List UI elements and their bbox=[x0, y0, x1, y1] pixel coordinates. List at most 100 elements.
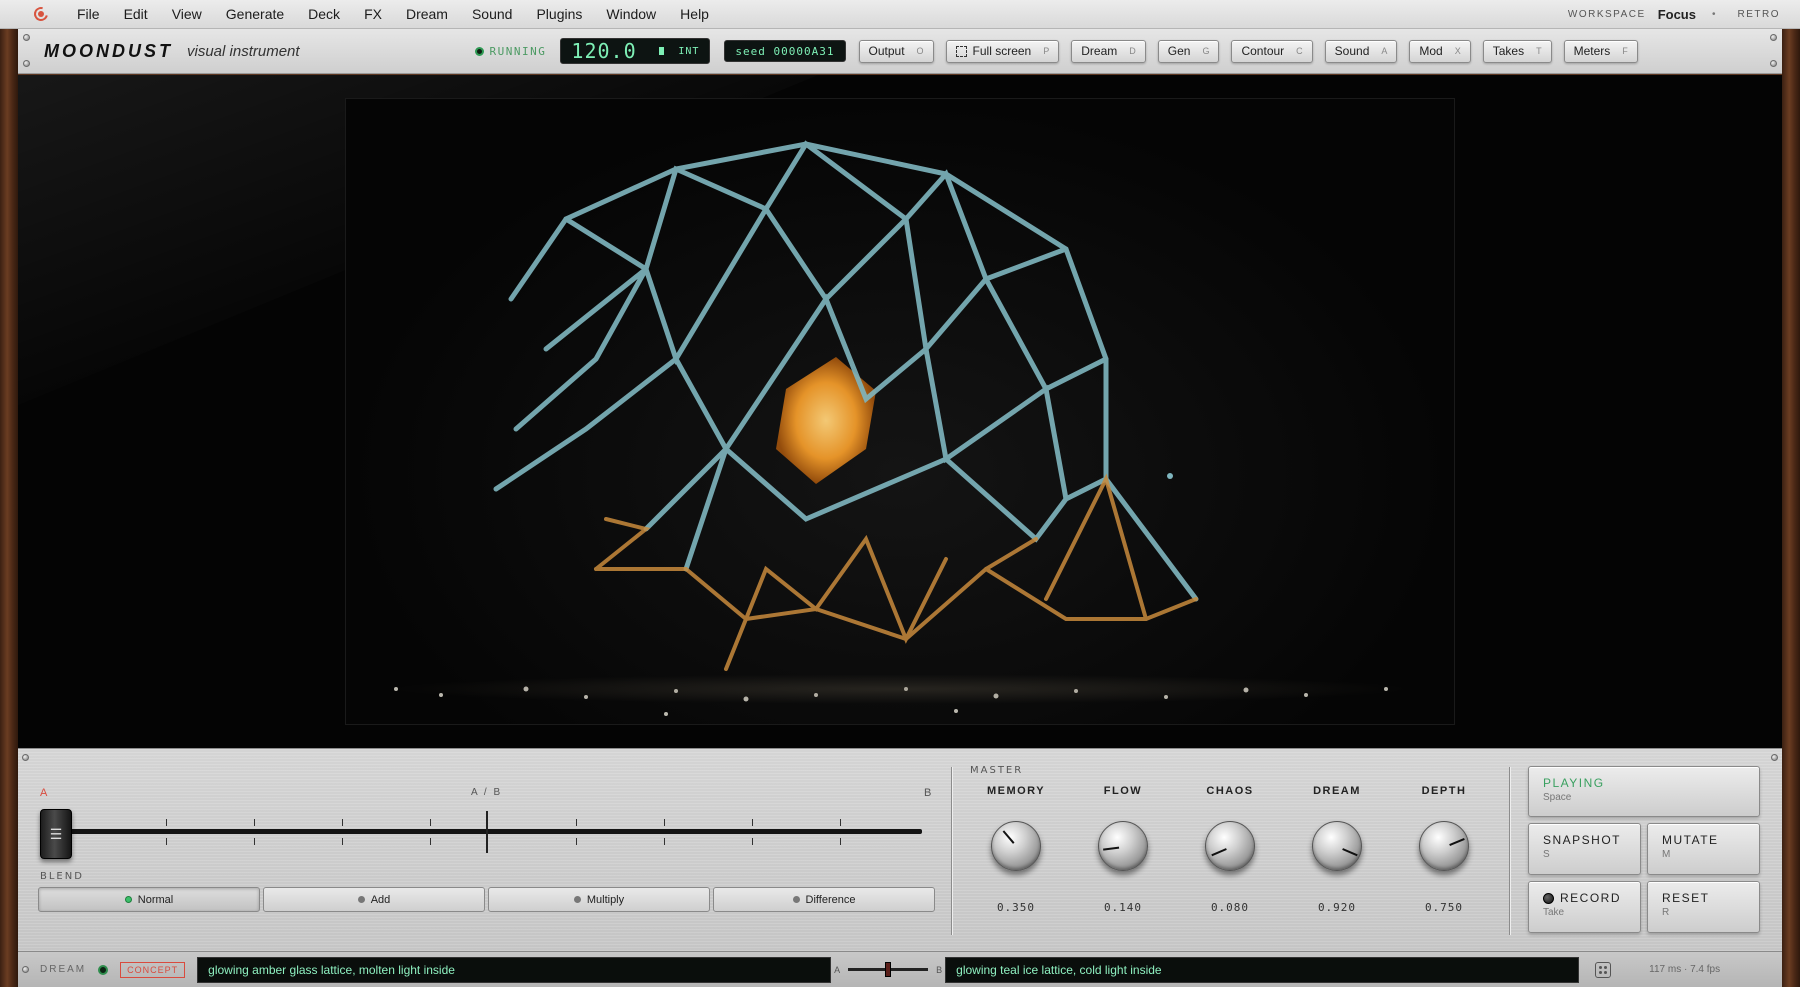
crossfader-tick bbox=[664, 819, 665, 826]
lattice-render-image bbox=[394, 140, 1388, 716]
workspace-switcher[interactable]: WORKSPACE Focus • RETRO bbox=[1568, 7, 1800, 22]
header-buttons: Output O Full screen P Dream D Gen G Contour… bbox=[858, 39, 1638, 63]
playing-button[interactable]: PLAYING Space bbox=[1528, 766, 1760, 817]
record-icon bbox=[1543, 892, 1554, 904]
dream-bar-label: DREAM bbox=[40, 964, 87, 975]
menu-dream[interactable]: Dream bbox=[394, 6, 460, 22]
inactive-dot-icon bbox=[357, 896, 365, 903]
reset-button[interactable]: RESET R bbox=[1647, 881, 1760, 933]
mini-crossfader-track[interactable] bbox=[848, 962, 929, 977]
takes-button-label: Takes bbox=[1492, 44, 1525, 58]
brushed-metal-texture bbox=[18, 749, 1782, 951]
crossfader-center-mark bbox=[486, 811, 488, 853]
brand-title: MOONDUST bbox=[44, 40, 173, 61]
mod-button[interactable]: Mod X bbox=[1409, 39, 1471, 63]
blend-difference-button[interactable]: Difference bbox=[713, 887, 935, 912]
menu-plugins[interactable]: Plugins bbox=[524, 6, 594, 22]
prompt-b-field[interactable]: glowing teal ice lattice, cold light ins… bbox=[945, 956, 1580, 983]
menu-help[interactable]: Help bbox=[668, 6, 721, 22]
crossfader-tick bbox=[166, 838, 167, 845]
floor-glow bbox=[386, 674, 1414, 704]
menu-view[interactable]: View bbox=[160, 6, 214, 22]
mini-crossfader-handle[interactable] bbox=[885, 962, 892, 977]
memory-value: 0.350 bbox=[996, 901, 1036, 914]
memory-knob[interactable] bbox=[991, 821, 1041, 871]
flow-value: 0.140 bbox=[1103, 901, 1143, 914]
blend-normal-button[interactable]: Normal bbox=[38, 887, 260, 912]
menu-fx[interactable]: FX bbox=[352, 6, 394, 22]
sound-button-label: Sound bbox=[1334, 44, 1370, 58]
crossfader-handle[interactable]: ☰ bbox=[40, 809, 72, 859]
menu-file[interactable]: File bbox=[65, 6, 112, 22]
depth-value: 0.750 bbox=[1424, 901, 1464, 914]
dream-knob[interactable] bbox=[1312, 821, 1362, 871]
prompt-a-field[interactable]: glowing amber glass lattice, molten ligh… bbox=[197, 956, 832, 983]
takes-shortcut: T bbox=[1536, 46, 1542, 56]
sound-button[interactable]: Sound A bbox=[1324, 39, 1398, 63]
reset-shortcut: R bbox=[1662, 907, 1670, 918]
seed-display[interactable]: seed 00000A31 bbox=[724, 40, 846, 62]
memory-knob-label: MEMORY bbox=[986, 785, 1046, 797]
blend-mode-group: Normal Add Multiply Difference bbox=[38, 887, 935, 912]
screw-icon bbox=[1770, 60, 1777, 67]
brand-subtitle: visual instrument bbox=[187, 42, 300, 60]
blend-multiply-button[interactable]: Multiply bbox=[488, 887, 710, 912]
workspace-dot: • bbox=[1711, 8, 1716, 20]
contour-shortcut: C bbox=[1296, 46, 1303, 56]
contour-button[interactable]: Contour C bbox=[1231, 39, 1313, 63]
record-shortcut: Take bbox=[1543, 907, 1565, 918]
inactive-dot-icon bbox=[573, 896, 581, 903]
app-logo-icon[interactable] bbox=[33, 6, 49, 22]
menu-edit[interactable]: Edit bbox=[112, 6, 160, 22]
record-button[interactable]: RECORD Take bbox=[1528, 881, 1641, 933]
run-status-label: RUNNING bbox=[489, 44, 547, 58]
running-led-icon bbox=[474, 46, 484, 56]
dice-icon[interactable] bbox=[1595, 961, 1612, 978]
flow-knob[interactable] bbox=[1098, 821, 1148, 871]
master-label: MASTER bbox=[970, 765, 1024, 776]
active-dot-icon bbox=[124, 896, 132, 903]
menu-window[interactable]: Window bbox=[594, 6, 668, 22]
menu-sound[interactable]: Sound bbox=[460, 6, 524, 22]
meters-button[interactable]: Meters F bbox=[1563, 39, 1638, 63]
output-button-label: Output bbox=[868, 44, 905, 58]
dream-button[interactable]: Dream D bbox=[1071, 39, 1146, 63]
crossfader-track[interactable] bbox=[62, 829, 922, 834]
gen-shortcut: G bbox=[1202, 46, 1210, 56]
menubar: File Edit View Generate Deck FX Dream So… bbox=[0, 0, 1800, 29]
menu-deck[interactable]: Deck bbox=[296, 6, 352, 22]
workspace-value[interactable]: Focus bbox=[1658, 7, 1696, 22]
fullscreen-icon bbox=[955, 45, 967, 57]
mini-crossfader[interactable]: A B bbox=[831, 962, 945, 977]
bpm-display[interactable]: 120.0 INT bbox=[560, 38, 711, 64]
inactive-dot-icon bbox=[792, 896, 800, 903]
render-frame[interactable] bbox=[345, 98, 1455, 725]
screw-icon bbox=[23, 60, 30, 67]
run-status: RUNNING bbox=[474, 44, 547, 58]
mutate-button[interactable]: MUTATE M bbox=[1647, 823, 1760, 875]
depth-knob[interactable] bbox=[1419, 821, 1469, 871]
crossfader-tick bbox=[664, 838, 665, 845]
knob-pointer bbox=[1103, 846, 1120, 851]
chaos-knob[interactable] bbox=[1205, 821, 1255, 871]
output-viewport[interactable] bbox=[18, 75, 1782, 748]
gen-button[interactable]: Gen G bbox=[1157, 39, 1220, 63]
bpm-mode[interactable]: INT bbox=[678, 46, 699, 57]
snapshot-button[interactable]: SNAPSHOT S bbox=[1528, 823, 1641, 875]
crossfader-tick bbox=[752, 819, 753, 826]
retro-toggle[interactable]: RETRO bbox=[1738, 9, 1781, 20]
sound-shortcut: A bbox=[1381, 46, 1388, 56]
crossfader-tick bbox=[430, 838, 431, 845]
memory-knob-group: MEMORY 0.350 bbox=[966, 785, 1066, 914]
dream-knob-group: DREAM 0.920 bbox=[1287, 785, 1387, 914]
crossfader-tick bbox=[430, 819, 431, 826]
mod-button-label: Mod bbox=[1419, 44, 1443, 58]
blend-difference-label: Difference bbox=[805, 893, 856, 906]
screw-icon bbox=[22, 966, 29, 973]
menu-generate[interactable]: Generate bbox=[214, 6, 296, 22]
output-button[interactable]: Output O bbox=[858, 39, 934, 63]
blend-add-button[interactable]: Add bbox=[263, 887, 485, 912]
fullscreen-button[interactable]: Full screen P bbox=[945, 39, 1060, 63]
takes-button[interactable]: Takes T bbox=[1482, 39, 1552, 63]
concept-tag[interactable]: CONCEPT bbox=[120, 961, 186, 978]
